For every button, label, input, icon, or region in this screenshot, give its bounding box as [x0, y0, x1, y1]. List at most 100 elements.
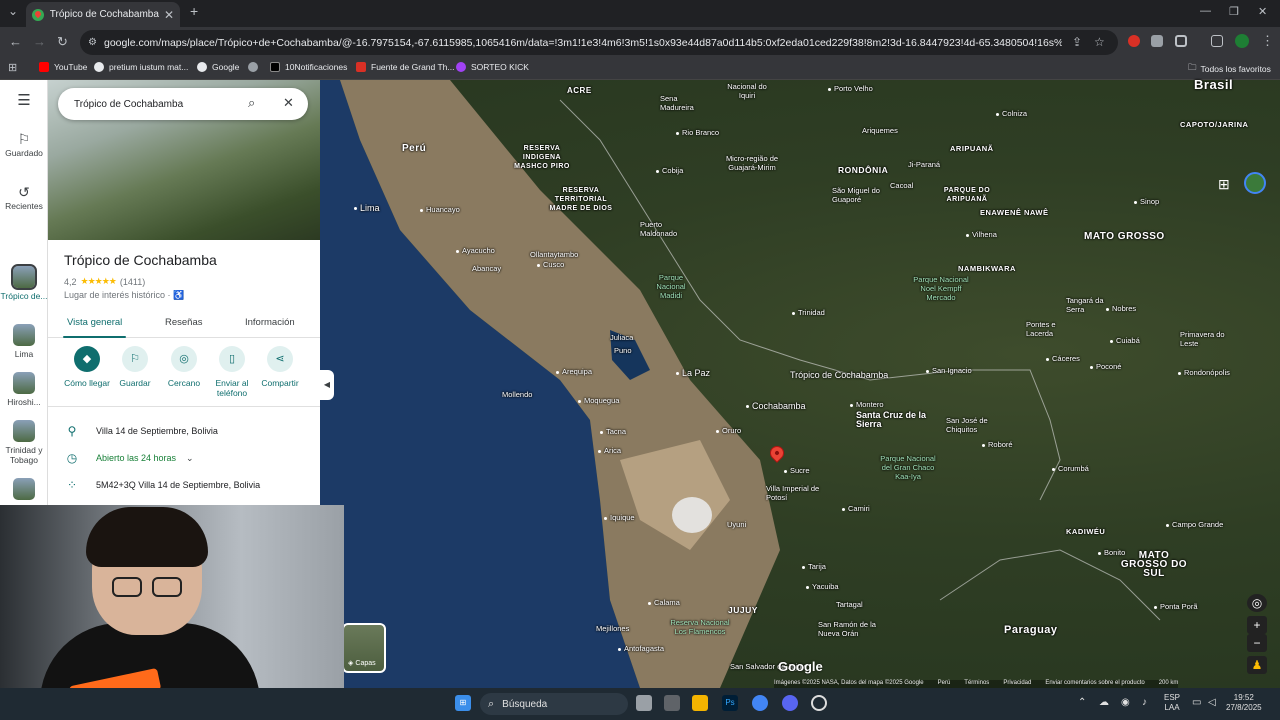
restore-icon[interactable]: ❐ — [1229, 5, 1239, 18]
new-tab-icon[interactable]: + — [190, 3, 198, 19]
microphone-icon[interactable]: ♪ — [1142, 698, 1147, 708]
label-camiri[interactable]: Camiri — [842, 504, 870, 513]
label-tartagal[interactable]: Tartagal — [836, 600, 863, 609]
bookmark-youtube[interactable]: YouTube — [39, 62, 87, 72]
menu-kebab-icon[interactable]: ⋮ — [1261, 33, 1274, 49]
label-puno[interactable]: Puno — [614, 346, 632, 355]
label-sucre[interactable]: Sucre — [784, 466, 810, 475]
rail-recent[interactable]: ↺ Recientes — [0, 185, 48, 211]
rail-saved[interactable]: ⚐ Guardado — [0, 132, 48, 158]
browser-tab[interactable]: Trópico de Cochabamba - Google Maps ✕ — [26, 2, 180, 27]
label-san-jose[interactable]: San José de Chiquitos — [946, 416, 996, 434]
label-rondonopolis[interactable]: Rondonópolis — [1178, 368, 1230, 377]
rail-recent-hiroshima[interactable]: Hiroshi... — [0, 372, 48, 407]
media-controls-icon[interactable] — [1211, 35, 1223, 47]
label-san-ramon[interactable]: San Ramón de la Nueva Orán — [818, 620, 878, 638]
taskbar-search[interactable]: ⌕ Búsqueda — [480, 693, 628, 715]
label-cochabamba[interactable]: Cochabamba — [746, 402, 806, 411]
google-apps-icon[interactable]: ⊞ — [1218, 176, 1230, 193]
onedrive-icon[interactable]: ☁ — [1099, 698, 1109, 708]
label-bonito[interactable]: Bonito — [1098, 548, 1125, 557]
menu-button[interactable]: ☰ — [0, 93, 48, 110]
clock[interactable]: 19:52 27/8/2025 — [1226, 693, 1262, 713]
label-porto-velho[interactable]: Porto Velho — [828, 84, 873, 93]
label-cacoal[interactable]: Cacoal — [890, 181, 913, 190]
search-box[interactable]: Trópico de Cochabamba ⌕ ✕ — [58, 88, 308, 120]
label-sao-miguel[interactable]: São Miguel do Guaporé — [832, 186, 882, 204]
label-ariquemes[interactable]: Ariquemes — [862, 126, 898, 135]
label-cusco[interactable]: Cusco — [537, 260, 564, 269]
label-tacna[interactable]: Tacna — [600, 427, 626, 436]
pin-label[interactable]: Trópico de Cochabamba — [790, 371, 888, 380]
label-guajara[interactable]: Micro-região de Guajará-Mirim — [722, 154, 782, 172]
extension-red-icon[interactable] — [1128, 35, 1140, 47]
minimize-icon[interactable]: — — [1200, 5, 1211, 17]
chevron-down-icon[interactable]: ⌄ — [186, 453, 194, 464]
tray-app-icon[interactable]: ◉ — [1121, 698, 1130, 708]
label-corumba[interactable]: Corumbá — [1052, 464, 1089, 473]
network-icon[interactable]: ▭ — [1192, 698, 1201, 708]
pegman-icon[interactable]: ♟ — [1247, 656, 1267, 674]
label-pontes[interactable]: Pontes e Lacerda — [1026, 320, 1066, 338]
label-montero[interactable]: Montero — [850, 400, 884, 409]
label-huancayo[interactable]: Huancayo — [420, 205, 460, 214]
rail-recent-trinidad[interactable]: Trinidad y Tobago — [0, 420, 48, 465]
close-icon[interactable]: ✕ — [283, 95, 294, 111]
language-indicator[interactable]: ESP LAA — [1164, 693, 1180, 713]
place-rating[interactable]: 4,2 ★★★★★ (1411) — [64, 276, 145, 287]
hours-row[interactable]: ◷ Abierto las 24 horas ⌄ — [48, 448, 320, 468]
label-cuiaba[interactable]: Cuiabá — [1110, 336, 1140, 345]
plus-code-row[interactable]: ⁘ 5M42+3Q Villa 14 de Septiembre, Bolivia — [48, 475, 320, 495]
collapse-panel-button[interactable]: ◀ — [320, 370, 334, 400]
steam-icon[interactable] — [811, 695, 827, 711]
bookmark-grand-theft[interactable]: Fuente de Grand Th... — [356, 62, 454, 72]
label-campo-grande[interactable]: Campo Grande — [1166, 520, 1223, 529]
bookmark-star-icon[interactable]: ☆ — [1094, 35, 1105, 49]
label-yacuiba[interactable]: Yacuiba — [806, 582, 839, 591]
volume-icon[interactable]: ◁ — [1208, 698, 1216, 708]
label-gran-chaco[interactable]: Parque Nacional del Gran Chaco Kaa-Iya — [876, 454, 940, 481]
label-calama[interactable]: Calama — [648, 598, 680, 607]
label-rio-branco[interactable]: Rio Branco — [676, 128, 719, 137]
label-mollendo[interactable]: Mollendo — [502, 390, 532, 399]
label-tangara[interactable]: Tangará da Serra — [1066, 296, 1106, 314]
all-bookmarks[interactable]: 🗀 Todos los favoritos — [1188, 62, 1271, 76]
label-sinop[interactable]: Sinop — [1134, 197, 1159, 206]
search-input[interactable]: Trópico de Cochabamba — [74, 99, 246, 110]
label-nobres[interactable]: Nobres — [1106, 304, 1136, 313]
label-arica[interactable]: Arica — [598, 446, 621, 455]
label-sena-madureira[interactable]: Sena Madureira — [660, 94, 700, 112]
label-puerto-maldonado[interactable]: Puerto Maldonado — [640, 220, 684, 238]
close-tab-icon[interactable]: ✕ — [164, 8, 174, 22]
close-window-icon[interactable]: ✕ — [1258, 5, 1267, 18]
save-button[interactable]: ⚐ Guardar — [107, 346, 163, 388]
share-button[interactable]: ⋖ Compartir — [252, 346, 308, 388]
label-abancay[interactable]: Abancay — [472, 264, 501, 273]
label-robore[interactable]: Roboré — [982, 440, 1013, 449]
label-colniza[interactable]: Colniza — [996, 109, 1027, 118]
label-antofagasta[interactable]: Antofagasta — [618, 644, 664, 653]
label-flamencos[interactable]: Reserva Nacional Los Flamencos — [670, 618, 730, 636]
site-info-icon[interactable]: ⚙ — [88, 37, 97, 48]
windows-start-icon[interactable]: ⊞ — [455, 695, 471, 711]
label-iquique[interactable]: Iquique — [604, 513, 635, 522]
install-app-icon[interactable]: ⇪ — [1072, 35, 1082, 49]
label-vilhena[interactable]: Vilhena — [966, 230, 997, 239]
extension-gray-icon[interactable] — [1151, 35, 1163, 47]
discord-icon[interactable] — [782, 695, 798, 711]
label-caceres[interactable]: Cáceres — [1046, 354, 1080, 363]
map-scale[interactable]: 200 km — [1159, 680, 1179, 688]
bookmark-google[interactable]: Google — [197, 62, 239, 72]
account-avatar[interactable] — [1244, 172, 1266, 194]
label-santa-cruz[interactable]: Santa Cruz de la Sierra — [856, 411, 928, 429]
rail-recent-tropico[interactable]: Trópico de... — [0, 264, 48, 301]
my-location-icon[interactable]: ◎ — [1247, 594, 1267, 612]
profile-avatar-icon[interactable] — [1235, 34, 1249, 48]
label-uyuni[interactable]: Uyuni — [727, 520, 746, 529]
task-view-icon[interactable] — [636, 695, 652, 711]
label-pocone[interactable]: Poconé — [1090, 362, 1121, 371]
zoom-out-button[interactable]: − — [1247, 634, 1267, 652]
zoom-in-button[interactable]: + — [1247, 616, 1267, 634]
extensions-puzzle-icon[interactable] — [1175, 35, 1187, 47]
bookmark-globe[interactable] — [248, 62, 263, 72]
